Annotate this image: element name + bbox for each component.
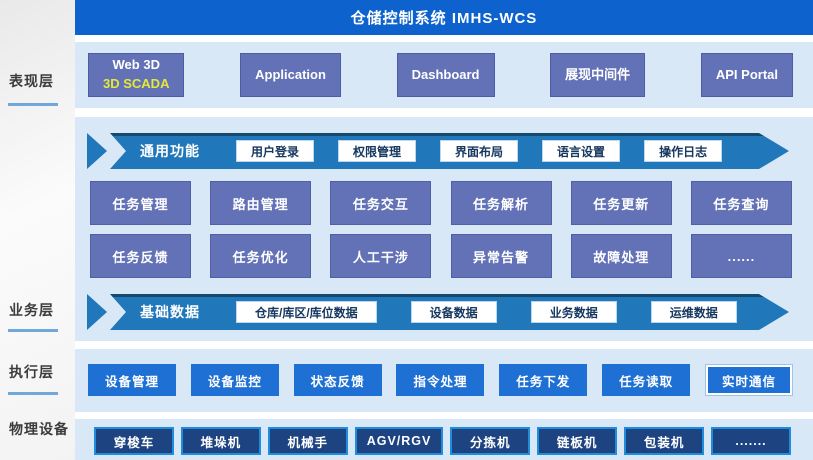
system-title: 仓储控制系统 IMHS-WCS <box>351 7 538 28</box>
system-title-bar: 仓储控制系统 IMHS-WCS <box>75 0 813 35</box>
diagram-content: 仓储控制系统 IMHS-WCS Web 3D 3D SCADA Applicat… <box>75 0 813 460</box>
device-packer: 包装机 <box>624 427 704 455</box>
module-presentation-middleware: 展现中间件 <box>550 53 645 97</box>
chip-operation-log: 操作日志 <box>644 140 722 162</box>
chip-ops-data: 运维数据 <box>651 301 737 323</box>
module-exception-alarm: 异常告警 <box>451 234 552 278</box>
arrow-body: 基础数据 仓库/库区/库位数据 设备数据 业务数据 运维数据 <box>110 294 789 330</box>
layer-label-execution: 执行层 <box>9 362 75 382</box>
base-data-arrow: 基础数据 仓库/库区/库位数据 设备数据 业务数据 运维数据 <box>87 294 789 330</box>
presentation-box-row: Web 3D 3D SCADA Application Dashboard 展现… <box>75 53 813 97</box>
arrow-body: 通用功能 用户登录 权限管理 界面布局 语言设置 操作日志 <box>110 133 789 169</box>
task-grid-row-2: 任务反馈 任务优化 人工干涉 异常告警 故障处理 ...... <box>75 234 813 278</box>
module-task-query: 任务查询 <box>691 181 792 225</box>
arrow-tail-chevron-icon <box>87 294 107 330</box>
layer-gutter: 表现层 业务层 执行层 物理设备 <box>0 0 75 460</box>
chip-user-login: 用户登录 <box>236 140 314 162</box>
wcs-architecture-diagram: 表现层 业务层 执行层 物理设备 仓储控制系统 IMHS-WCS Web 3D … <box>0 0 813 460</box>
module-task-update: 任务更新 <box>571 181 672 225</box>
common-function-chip-row: 用户登录 权限管理 界面布局 语言设置 操作日志 <box>236 140 722 162</box>
module-application: Application <box>240 53 341 97</box>
layer-label-presentation: 表现层 <box>9 71 75 91</box>
physical-devices-band: 穿梭车 堆垛机 机械手 AGV/RGV 分拣机 链板机 包装机 ....... <box>75 419 813 460</box>
module-status-feedback: 状态反馈 <box>294 364 382 396</box>
module-task-optimization: 任务优化 <box>210 234 311 278</box>
device-stacker-crane: 堆垛机 <box>181 427 261 455</box>
device-sorter: 分拣机 <box>450 427 530 455</box>
module-ellipsis: ...... <box>691 234 792 278</box>
module-task-feedback: 任务反馈 <box>90 234 191 278</box>
module-fault-handling: 故障处理 <box>571 234 672 278</box>
layer-underline <box>8 392 58 395</box>
module-manual-intervention: 人工干涉 <box>330 234 431 278</box>
device-ellipsis: ....... <box>711 427 791 455</box>
chip-business-data: 业务数据 <box>531 301 617 323</box>
module-api-portal: API Portal <box>701 53 793 97</box>
execution-layer-band: 设备管理 设备监控 状态反馈 指令处理 任务下发 任务读取 实时通信 <box>75 349 813 412</box>
chip-warehouse-zone-location-data: 仓库/库区/库位数据 <box>236 301 377 323</box>
device-chain-conveyor: 链板机 <box>537 427 617 455</box>
device-shuttle-car: 穿梭车 <box>94 427 174 455</box>
module-task-mgmt: 任务管理 <box>90 181 191 225</box>
module-command-processing: 指令处理 <box>396 364 484 396</box>
chip-ui-layout: 界面布局 <box>440 140 518 162</box>
chip-permission-mgmt: 权限管理 <box>338 140 416 162</box>
common-functions-arrow: 通用功能 用户登录 权限管理 界面布局 语言设置 操作日志 <box>87 133 789 169</box>
module-equipment-mgmt: 设备管理 <box>88 364 176 396</box>
module-task-read: 任务读取 <box>602 364 690 396</box>
layer-label-business: 业务层 <box>9 300 75 320</box>
device-box-row: 穿梭车 堆垛机 机械手 AGV/RGV 分拣机 链板机 包装机 ....... <box>75 427 813 455</box>
arrow-tail-chevron-icon <box>87 133 107 169</box>
layer-underline <box>8 103 58 106</box>
presentation-layer-band: Web 3D 3D SCADA Application Dashboard 展现… <box>75 42 813 108</box>
chip-equipment-data: 设备数据 <box>411 301 497 323</box>
module-web3d-scada: Web 3D 3D SCADA <box>88 53 184 97</box>
arrow-label: 基础数据 <box>140 302 200 322</box>
device-robot-arm: 机械手 <box>268 427 348 455</box>
module-label-line2: 3D SCADA <box>103 75 169 94</box>
module-label-line1: Web 3D <box>113 56 160 75</box>
layer-underline <box>8 329 58 332</box>
arrow-label: 通用功能 <box>140 141 200 161</box>
layer-label-devices: 物理设备 <box>9 419 75 439</box>
module-realtime-comm: 实时通信 <box>705 364 793 396</box>
base-data-chip-row: 仓库/库区/库位数据 设备数据 业务数据 运维数据 <box>236 301 737 323</box>
module-equipment-monitoring: 设备监控 <box>191 364 279 396</box>
module-task-interaction: 任务交互 <box>330 181 431 225</box>
module-task-parsing: 任务解析 <box>451 181 552 225</box>
module-route-mgmt: 路由管理 <box>210 181 311 225</box>
execution-box-row: 设备管理 设备监控 状态反馈 指令处理 任务下发 任务读取 实时通信 <box>75 364 813 396</box>
device-agv-rgv: AGV/RGV <box>355 427 444 455</box>
business-layer-band: 通用功能 用户登录 权限管理 界面布局 语言设置 操作日志 任务管理 路由管理 … <box>75 117 813 341</box>
module-dashboard: Dashboard <box>397 53 495 97</box>
chip-language-settings: 语言设置 <box>542 140 620 162</box>
module-task-dispatch: 任务下发 <box>499 364 587 396</box>
task-grid-row-1: 任务管理 路由管理 任务交互 任务解析 任务更新 任务查询 <box>75 181 813 225</box>
